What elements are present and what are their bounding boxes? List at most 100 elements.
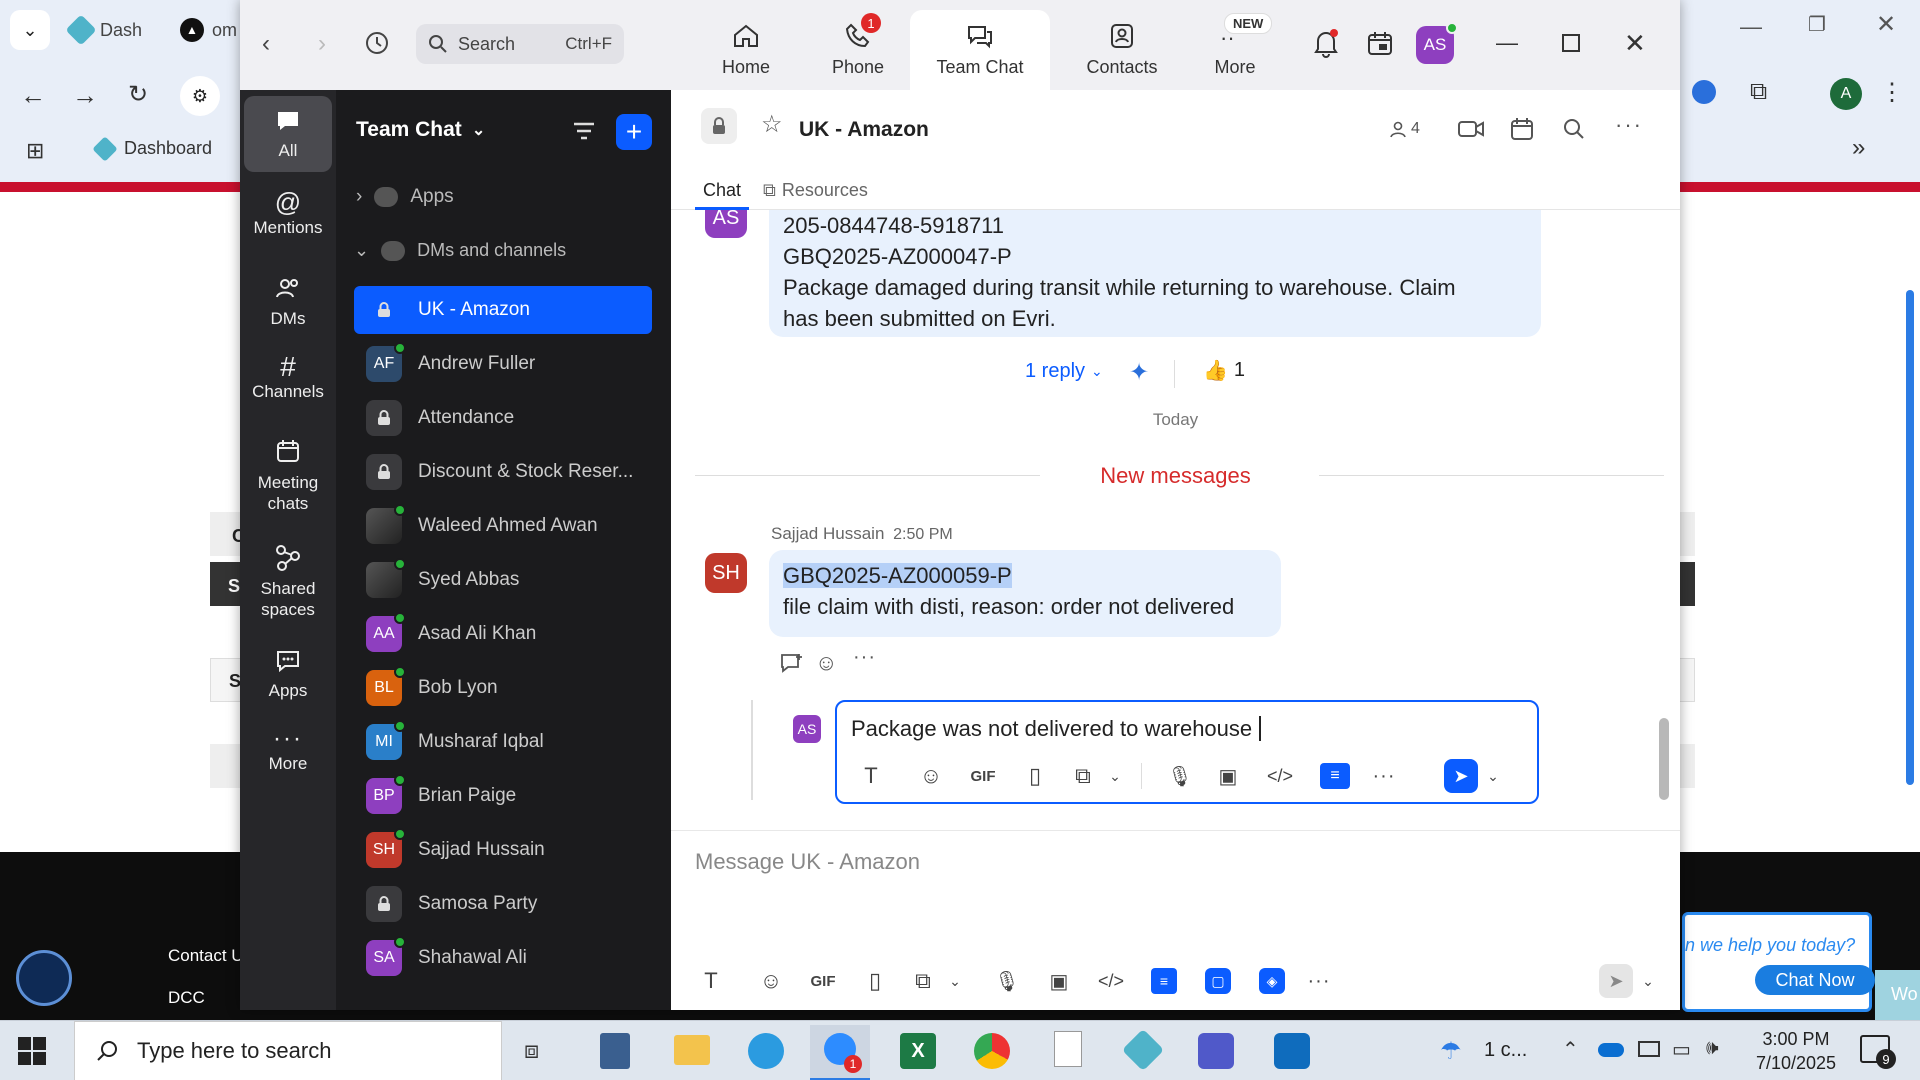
- footer-link-dcc[interactable]: DCC: [168, 988, 205, 1008]
- app-icon[interactable]: ≡: [1151, 968, 1177, 994]
- emoji-icon[interactable]: ☺: [905, 763, 957, 789]
- rail-apps[interactable]: Apps: [244, 642, 332, 718]
- notifications-icon[interactable]: [1312, 28, 1340, 58]
- reload-icon[interactable]: ↻: [128, 80, 148, 109]
- file-icon[interactable]: ▯: [1009, 763, 1061, 789]
- more-tools-icon[interactable]: ···: [1299, 970, 1339, 993]
- edge-icon[interactable]: [748, 1033, 784, 1069]
- volume-icon[interactable]: 🕪: [1706, 1037, 1719, 1060]
- chevron-down-icon[interactable]: ⌄: [1105, 768, 1125, 785]
- browser-tab-om[interactable]: ▲ om: [180, 10, 237, 50]
- more-tools-icon[interactable]: ···: [1364, 765, 1404, 788]
- channel-item[interactable]: Waleed Ahmed Awan: [354, 502, 652, 550]
- search-icon[interactable]: [1563, 118, 1585, 140]
- nav-team-chat[interactable]: Team Chat: [910, 10, 1050, 90]
- start-button[interactable]: [18, 1037, 46, 1065]
- nav-phone[interactable]: 1 Phone: [808, 10, 908, 90]
- send-options-icon[interactable]: ⌄: [1478, 768, 1508, 785]
- author-name[interactable]: Sajjad Hussain: [771, 524, 884, 543]
- rail-shared-spaces[interactable]: Shared spaces: [244, 536, 332, 636]
- nav-contacts[interactable]: Contacts: [1062, 10, 1182, 90]
- channel-item[interactable]: SH Sajjad Hussain: [354, 826, 652, 874]
- calculator-icon[interactable]: [600, 1033, 630, 1069]
- reply-input[interactable]: Package was not delivered to warehouse: [851, 716, 1262, 742]
- reply-composer[interactable]: Package was not delivered to warehouse T…: [835, 700, 1539, 804]
- channel-item[interactable]: BL Bob Lyon: [354, 664, 652, 712]
- channel-item[interactable]: Attendance: [354, 394, 652, 442]
- send-button[interactable]: ➤: [1599, 964, 1633, 998]
- accessibility-icon[interactable]: [16, 950, 72, 1006]
- screenshot-icon[interactable]: ⧉: [901, 968, 945, 994]
- tab-resources[interactable]: ⧉ Resources: [763, 170, 868, 210]
- chat-now-button[interactable]: Chat Now: [1755, 965, 1875, 995]
- zoom-taskbar-icon[interactable]: 1: [810, 1025, 870, 1080]
- more-options-icon[interactable]: ···: [1615, 112, 1643, 138]
- bookmark-dashboard[interactable]: Dashboard: [92, 135, 212, 162]
- ai-sparkle-icon[interactable]: ✦: [1129, 358, 1149, 387]
- channel-item[interactable]: Syed Abbas: [354, 556, 652, 604]
- apps-grid-icon[interactable]: ⊞: [26, 138, 44, 164]
- search-input[interactable]: Search Ctrl+F: [416, 24, 624, 64]
- app-icon[interactable]: ≡: [1320, 763, 1350, 789]
- tab-chat[interactable]: Chat: [695, 170, 750, 210]
- apps-section[interactable]: › Apps: [356, 186, 454, 208]
- outlook-icon[interactable]: [1274, 1033, 1310, 1069]
- scrollbar[interactable]: [1659, 718, 1669, 800]
- send-button[interactable]: ➤: [1444, 759, 1478, 793]
- forward-icon[interactable]: →: [72, 80, 98, 111]
- minimize-icon[interactable]: —: [1740, 14, 1762, 40]
- minimize-icon[interactable]: —: [1496, 30, 1518, 56]
- calendar-icon[interactable]: [1509, 116, 1535, 142]
- add-reaction-icon[interactable]: ☺: [815, 650, 837, 676]
- channel-item[interactable]: UK - Amazon: [354, 286, 652, 334]
- maximize-icon[interactable]: [1562, 34, 1580, 52]
- rail-more[interactable]: ··· More: [244, 724, 332, 800]
- profile-avatar[interactable]: A: [1830, 78, 1862, 110]
- channel-item[interactable]: MI Musharaf Iqbal: [354, 718, 652, 766]
- reaction-chip[interactable]: 👍 1: [1203, 358, 1245, 383]
- gif-icon[interactable]: GIF: [797, 973, 849, 990]
- history-icon[interactable]: [364, 30, 390, 56]
- send-options-icon[interactable]: ⌄: [1633, 973, 1663, 990]
- restore-icon[interactable]: ❐: [1808, 12, 1826, 37]
- taskbar-search[interactable]: Type here to search: [74, 1021, 502, 1080]
- rail-all[interactable]: All: [244, 96, 332, 172]
- star-icon[interactable]: ☆: [761, 110, 783, 139]
- message-more-icon[interactable]: ···: [853, 646, 876, 669]
- excel-icon[interactable]: X: [900, 1033, 936, 1069]
- rail-mentions[interactable]: @ Mentions: [244, 186, 332, 262]
- screenshot-icon[interactable]: ⧉: [1061, 763, 1105, 789]
- sidebar-expand-icon[interactable]: »: [1852, 134, 1865, 162]
- code-snippet-icon[interactable]: </>: [1254, 766, 1306, 787]
- channel-item[interactable]: BP Brian Paige: [354, 772, 652, 820]
- channel-item[interactable]: SA Shahawal Ali: [354, 934, 652, 982]
- scrollbar[interactable]: [1906, 290, 1914, 785]
- notepad-icon[interactable]: [1054, 1031, 1082, 1067]
- weather-text[interactable]: 1 c...: [1484, 1039, 1527, 1062]
- nav-home[interactable]: Home: [696, 10, 796, 90]
- channel-item[interactable]: AA Asad Ali Khan: [354, 610, 652, 658]
- filter-icon[interactable]: [572, 120, 596, 142]
- close-icon[interactable]: ✕: [1624, 28, 1646, 59]
- app-icon[interactable]: ▢: [1205, 968, 1231, 994]
- menu-kebab-icon[interactable]: ⋮: [1880, 78, 1904, 107]
- channel-item[interactable]: AF Andrew Fuller: [354, 340, 652, 388]
- app-diamond-icon[interactable]: [1121, 1028, 1165, 1072]
- forward-icon[interactable]: ›: [318, 30, 326, 58]
- channel-item[interactable]: Samosa Party: [354, 880, 652, 928]
- weather-icon[interactable]: ☂: [1440, 1037, 1462, 1066]
- channel-item[interactable]: Discount & Stock Reser...: [354, 448, 652, 496]
- site-settings-icon[interactable]: ⚙: [180, 76, 220, 116]
- onedrive-icon[interactable]: [1598, 1043, 1624, 1057]
- notification-center-icon[interactable]: 9: [1860, 1035, 1896, 1069]
- sidebar-title[interactable]: Team Chat ⌄: [356, 118, 485, 142]
- task-view-icon[interactable]: ⧈: [524, 1037, 539, 1065]
- rail-dms[interactable]: DMs: [244, 268, 332, 344]
- rail-channels[interactable]: # Channels: [244, 350, 332, 426]
- back-icon[interactable]: ‹: [262, 30, 270, 58]
- message-avatar[interactable]: SH: [705, 553, 747, 593]
- video-message-icon[interactable]: ▣: [1033, 969, 1085, 994]
- nav-more[interactable]: ·· NEW More: [1190, 10, 1280, 90]
- user-avatar[interactable]: AS: [1416, 22, 1458, 64]
- close-icon[interactable]: ✕: [1876, 10, 1896, 39]
